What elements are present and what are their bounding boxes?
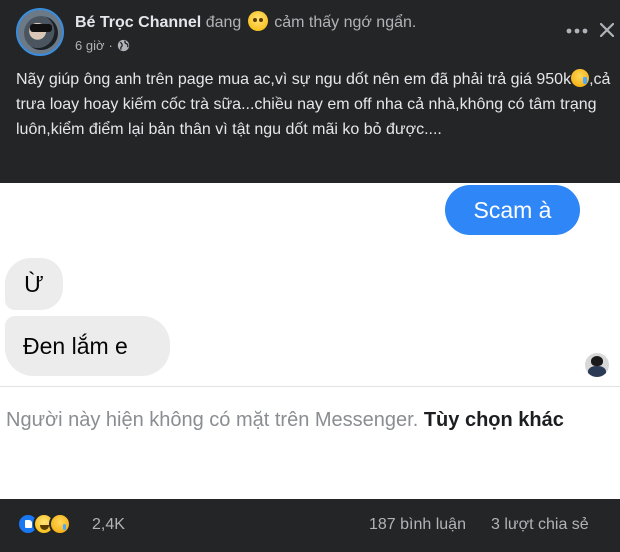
feeling-text: cảm thấy ngớ ngẩn.: [274, 14, 417, 31]
received-message-bubble: Đen lắm e: [5, 316, 170, 376]
comment-count[interactable]: 187 bình luận: [369, 516, 466, 534]
crying-face-emoji-icon: [571, 69, 590, 87]
author-line: Bé Trọc Channel đang cảm thấy ngớ ngẩn.: [75, 11, 416, 32]
received-message-bubble: Ừ: [5, 258, 63, 310]
reaction-icons[interactable]: [17, 513, 71, 535]
feeling-verb: đang: [205, 14, 242, 31]
reaction-count[interactable]: 2,4K: [92, 516, 125, 534]
other-options-link: Tùy chọn khác: [423, 409, 564, 431]
post-meta: 6 giờ ·: [75, 38, 130, 53]
author-name[interactable]: Bé Trọc Channel: [75, 14, 201, 31]
more-options-button[interactable]: [562, 19, 592, 43]
globe-icon[interactable]: [117, 39, 130, 52]
caption-text-1: Nãy giúp ông anh trên page mua ac,vì sự …: [16, 71, 572, 88]
close-post-button[interactable]: [596, 18, 618, 42]
meta-separator: ·: [108, 38, 113, 53]
post-header: Bé Trọc Channel đang cảm thấy ngớ ngẩn. …: [0, 0, 620, 62]
author-avatar[interactable]: [16, 8, 64, 56]
sent-message-bubble: Scam à: [445, 185, 580, 235]
post-image[interactable]: Scam à Ừ Đen lắm e Người này hiện không …: [0, 183, 620, 499]
sad-icon: [49, 513, 71, 535]
post-time[interactable]: 6 giờ: [75, 38, 105, 53]
divider: [0, 386, 620, 387]
post-caption: Nãy giúp ông anh trên page mua ac,vì sự …: [16, 67, 612, 142]
seen-avatar: [585, 353, 609, 377]
unavailable-notice: Người này hiện không có mặt trên Messeng…: [6, 406, 566, 435]
more-dots-icon: [566, 28, 588, 34]
unavailable-text: Người này hiện không có mặt trên Messeng…: [6, 409, 419, 431]
thinking-face-emoji-icon: [247, 11, 268, 31]
post-footer: 2,4K 187 bình luận 3 lượt chia sẻ: [0, 500, 620, 552]
close-icon: [600, 23, 614, 37]
share-count[interactable]: 3 lượt chia sẻ: [491, 516, 589, 534]
